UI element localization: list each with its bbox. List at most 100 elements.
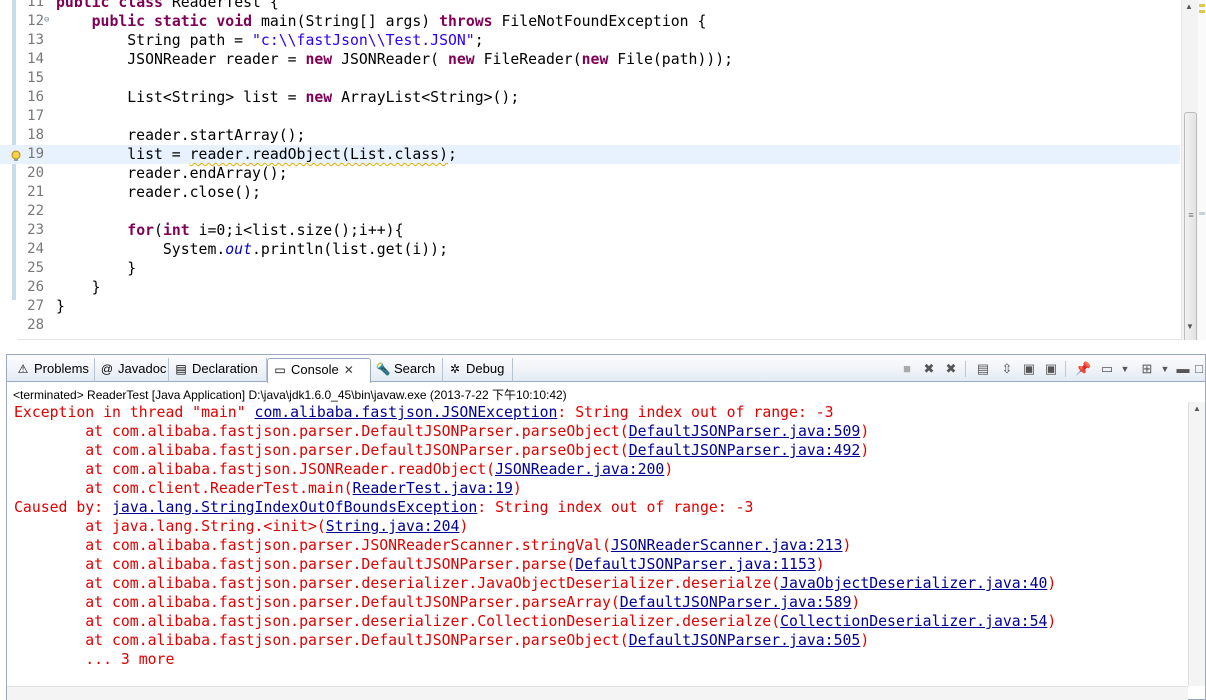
code-text[interactable]: reader.startArray(); bbox=[56, 126, 305, 145]
line-number: 23 bbox=[27, 222, 44, 238]
overview-ruler[interactable] bbox=[1198, 0, 1206, 340]
editor-scroll-thumb[interactable]: ≡ bbox=[1184, 112, 1197, 340]
console-vertical-scrollbar[interactable]: ▲ bbox=[1188, 402, 1205, 686]
stack-trace-link[interactable]: JavaObjectDeserializer.java:40 bbox=[780, 575, 1047, 592]
scroll-down-arrow-icon[interactable]: ▼ bbox=[1186, 322, 1194, 331]
line-number: 15 bbox=[27, 70, 44, 86]
code-text[interactable]: } bbox=[56, 278, 101, 297]
tab-console[interactable]: ▭ Console ✕ bbox=[267, 358, 371, 383]
code-area[interactable]: 11 public class ReaderTest {12 ⊖ public st… bbox=[0, 0, 1180, 335]
code-line[interactable]: 23 for(int i=0;i<list.size();i++){ bbox=[0, 221, 1180, 240]
code-text[interactable]: public class ReaderTest { bbox=[56, 0, 279, 12]
line-number: 19 bbox=[27, 146, 44, 162]
code-line[interactable]: 13 String path = "c:\\fastJson\\Test.JSO… bbox=[0, 31, 1180, 50]
code-line[interactable]: 11 public class ReaderTest { bbox=[0, 0, 1180, 12]
stack-trace-link[interactable]: java.lang.StringIndexOutOfBoundsExceptio… bbox=[112, 499, 477, 516]
code-line[interactable]: 19 list = reader.readObject(List.class); bbox=[0, 145, 1180, 164]
code-line[interactable]: 26 } bbox=[0, 278, 1180, 297]
terminate-icon[interactable]: ■ bbox=[899, 361, 915, 377]
console-line: at com.alibaba.fastjson.parser.DefaultJS… bbox=[14, 594, 861, 611]
display-console-icon[interactable]: ▭ bbox=[1099, 361, 1115, 377]
code-text[interactable]: public static void main(String[] args) t… bbox=[56, 12, 707, 31]
code-text[interactable]: } bbox=[56, 259, 136, 278]
overview-marker[interactable] bbox=[1199, 212, 1205, 215]
console-line: at java.lang.String.<init>(String.java:2… bbox=[14, 518, 469, 535]
tab-label: Javadoc bbox=[118, 361, 167, 376]
editor-horizontal-scrollbar[interactable] bbox=[18, 339, 1181, 340]
code-line[interactable]: 16 List<String> list = new ArrayList<Str… bbox=[0, 88, 1180, 107]
java-editor[interactable]: 11 public class ReaderTest {12 ⊖ public st… bbox=[0, 0, 1206, 340]
code-line[interactable]: 20 reader.endArray(); bbox=[0, 164, 1180, 183]
code-line[interactable]: 27} bbox=[0, 297, 1180, 316]
stack-trace-link[interactable]: DefaultJSONParser.java:589 bbox=[620, 594, 852, 611]
code-text[interactable]: System.out.println(list.get(i)); bbox=[56, 240, 448, 259]
code-line[interactable]: 24 System.out.println(list.get(i)); bbox=[0, 240, 1180, 259]
problems-icon: ⚠ bbox=[17, 362, 29, 376]
maximize-icon[interactable]: □ bbox=[1191, 361, 1206, 377]
line-number: 20 bbox=[27, 165, 44, 181]
code-line[interactable]: 18 reader.startArray(); bbox=[0, 126, 1180, 145]
line-number: 12 bbox=[27, 13, 44, 29]
scroll-up-arrow-icon[interactable]: ▲ bbox=[1185, 2, 1193, 11]
line-number: 17 bbox=[27, 108, 44, 124]
search-icon: 🔦 bbox=[375, 362, 391, 376]
code-text[interactable]: String path = "c:\\fastJson\\Test.JSON"; bbox=[56, 31, 483, 50]
code-text[interactable]: reader.close(); bbox=[56, 183, 261, 202]
stack-trace-link[interactable]: JSONReaderScanner.java:213 bbox=[611, 537, 843, 554]
remove-launch-icon[interactable]: ✖ bbox=[921, 361, 937, 377]
line-number: 14 bbox=[27, 51, 44, 67]
code-text[interactable]: list = reader.readObject(List.class); bbox=[56, 145, 457, 164]
chevron-down-icon[interactable]: ▼ bbox=[1117, 361, 1133, 377]
open-console-icon[interactable]: ⊞ bbox=[1139, 361, 1155, 377]
tab-search[interactable]: 🔦 Search bbox=[371, 358, 443, 382]
stack-trace-link[interactable]: DefaultJSONParser.java:492 bbox=[629, 442, 861, 459]
code-text[interactable]: } bbox=[56, 297, 65, 316]
close-icon[interactable]: ✕ bbox=[344, 359, 356, 381]
minimize-icon[interactable]: ▬ bbox=[1175, 361, 1191, 377]
fold-toggle-icon[interactable]: ⊖ bbox=[44, 11, 49, 30]
show-when-stderr-icon[interactable]: ▣ bbox=[1043, 361, 1059, 377]
clear-console-icon[interactable]: ▤ bbox=[975, 361, 991, 377]
remove-all-terminated-icon[interactable]: ✖ bbox=[943, 361, 959, 377]
scroll-up-arrow-icon[interactable]: ▲ bbox=[1193, 404, 1201, 413]
line-number: 28 bbox=[27, 317, 44, 333]
line-number: 16 bbox=[27, 89, 44, 105]
code-text[interactable]: for(int i=0;i<list.size();i++){ bbox=[56, 221, 403, 240]
code-line[interactable]: 15 bbox=[0, 69, 1180, 88]
stack-trace-link[interactable]: String.java:204 bbox=[326, 518, 460, 535]
pin-console-icon[interactable]: 📌 bbox=[1075, 361, 1091, 377]
console-output[interactable]: Exception in thread "main" com.alibaba.f… bbox=[14, 403, 1056, 669]
stack-trace-link[interactable]: JSONReader.java:200 bbox=[495, 461, 664, 478]
stack-trace-link[interactable]: ReaderTest.java:19 bbox=[353, 480, 513, 497]
code-line[interactable]: 25 } bbox=[0, 259, 1180, 278]
code-line[interactable]: 22 bbox=[0, 202, 1180, 221]
line-number: 21 bbox=[27, 184, 44, 200]
code-line[interactable]: 17 bbox=[0, 107, 1180, 126]
console-line: at com.alibaba.fastjson.parser.deseriali… bbox=[14, 613, 1057, 630]
tab-debug[interactable]: ✲ Debug bbox=[443, 358, 513, 382]
console-horizontal-scrollbar[interactable] bbox=[7, 686, 1188, 700]
code-text[interactable]: List<String> list = new ArrayList<String… bbox=[56, 88, 519, 107]
warning-marker[interactable] bbox=[1199, 4, 1205, 7]
stack-trace-link[interactable]: DefaultJSONParser.java:509 bbox=[629, 423, 861, 440]
code-line[interactable]: 12 ⊖ public static void main(String[] arg… bbox=[0, 12, 1180, 31]
tab-javadoc[interactable]: @ Javadoc bbox=[95, 358, 169, 382]
code-line[interactable]: 21 reader.close(); bbox=[0, 183, 1180, 202]
stack-trace-link[interactable]: com.alibaba.fastjson.JSONException bbox=[255, 404, 558, 421]
warning-marker[interactable] bbox=[1199, 10, 1205, 13]
code-text[interactable]: reader.endArray(); bbox=[56, 164, 287, 183]
chevron-down-icon[interactable]: ▼ bbox=[1157, 361, 1173, 377]
code-text[interactable]: JSONReader reader = new JSONReader( new … bbox=[56, 50, 733, 69]
scroll-lock-icon[interactable]: ⇳ bbox=[999, 361, 1015, 377]
show-when-stdout-icon[interactable]: ▣ bbox=[1021, 361, 1037, 377]
tab-declaration[interactable]: ▤ Declaration bbox=[169, 358, 267, 382]
console-status: <terminated> ReaderTest [Java Applicatio… bbox=[13, 388, 567, 402]
stack-trace-link[interactable]: DefaultJSONParser.java:1153 bbox=[575, 556, 816, 573]
editor-vertical-scrollbar[interactable]: ▲ ≡ bbox=[1181, 0, 1198, 340]
stack-trace-link[interactable]: DefaultJSONParser.java:505 bbox=[629, 632, 861, 649]
stack-trace-link[interactable]: CollectionDeserializer.java:54 bbox=[780, 613, 1047, 630]
code-line[interactable]: 14 JSONReader reader = new JSONReader( n… bbox=[0, 50, 1180, 69]
tab-problems[interactable]: ⚠ Problems bbox=[11, 358, 95, 382]
code-line[interactable]: 28 bbox=[0, 316, 1180, 335]
tab-label: Console bbox=[291, 362, 339, 377]
